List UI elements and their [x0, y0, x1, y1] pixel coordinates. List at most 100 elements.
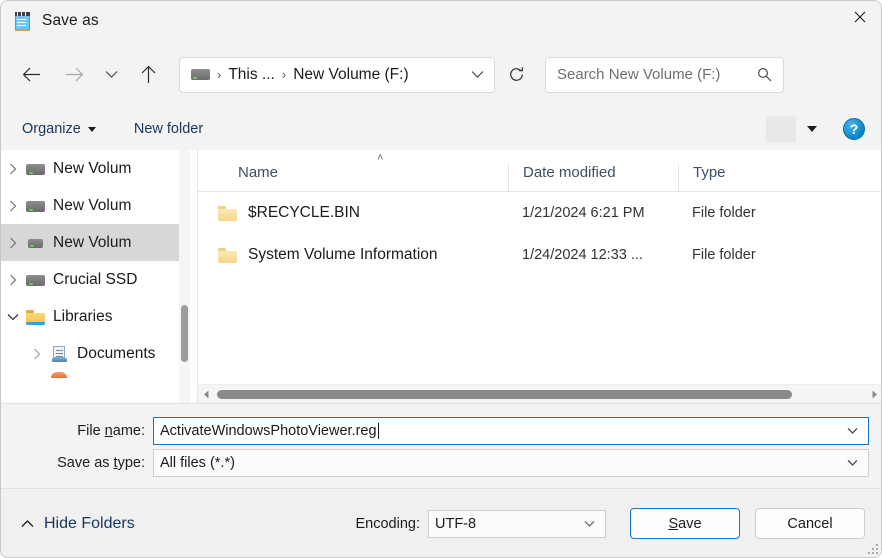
folder-icon: [218, 247, 237, 263]
folder-icon: [218, 205, 237, 221]
file-name-value: ActivateWindowsPhotoViewer.reg: [160, 423, 377, 439]
encoding-dropdown-button[interactable]: [584, 520, 595, 527]
chevron-right-icon[interactable]: [1, 237, 25, 249]
tree-item-documents[interactable]: Documents: [1, 335, 179, 372]
back-button[interactable]: [14, 58, 48, 92]
dialog-footer: Hide Folders Encoding: UTF-8 Save Cancel: [1, 488, 881, 557]
navigation-pane: New Volum New Volum New Volum Crucial SS…: [1, 150, 198, 403]
view-controls: ?: [766, 116, 881, 142]
navigation-pane-scrollbar[interactable]: [179, 150, 190, 403]
close-button[interactable]: [837, 1, 881, 33]
file-name-cell: $RECYCLE.BIN: [198, 204, 508, 222]
column-header-date-modified[interactable]: Date modified: [508, 164, 678, 191]
search-icon[interactable]: [757, 67, 772, 82]
organize-button[interactable]: Organize: [15, 115, 103, 143]
chevron-right-icon[interactable]: [1, 274, 25, 286]
cancel-button[interactable]: Cancel: [755, 508, 865, 539]
partial-icon: [49, 372, 71, 386]
search-input[interactable]: Search New Volume (F:): [545, 56, 784, 93]
tree-item-crucial-ssd[interactable]: Crucial SSD: [1, 261, 179, 298]
breadcrumb-new-volume[interactable]: New Volume (F:): [293, 66, 408, 84]
refresh-button[interactable]: [499, 58, 533, 92]
table-row[interactable]: System Volume Information 1/24/2024 12:3…: [198, 234, 881, 276]
tree-item-label: Documents: [77, 344, 156, 362]
arrow-right-icon: [65, 67, 83, 82]
change-view-button[interactable]: [766, 116, 796, 142]
tree-item-label: New Volum: [53, 196, 132, 214]
window-title: Save as: [42, 12, 99, 29]
chevron-down-icon: [584, 520, 595, 527]
file-name-label: System Volume Information: [248, 246, 438, 263]
chevron-down-icon: [87, 126, 96, 132]
file-date-cell: 1/24/2024 12:33 ...: [522, 247, 643, 263]
arrow-up-icon: [141, 65, 155, 83]
drive-icon: [25, 197, 47, 215]
breadcrumb-this-pc[interactable]: This ...: [228, 66, 275, 84]
tree-item-libraries[interactable]: Libraries: [1, 298, 179, 335]
scrollbar-thumb[interactable]: [181, 305, 188, 362]
file-list-horizontal-scrollbar[interactable]: [198, 384, 881, 404]
arrow-left-icon: [22, 67, 40, 82]
hide-folders-label: Hide Folders: [44, 514, 135, 532]
column-header-name[interactable]: Name: [198, 164, 508, 191]
triangle-right-icon[interactable]: [866, 386, 881, 403]
command-bar: Organize New folder ?: [1, 108, 881, 151]
encoding-value: UTF-8: [435, 515, 477, 532]
navigation-tree: New Volum New Volum New Volum Crucial SS…: [1, 150, 179, 386]
save-as-type-dropdown-button[interactable]: [847, 460, 858, 467]
triangle-left-icon[interactable]: [198, 386, 215, 403]
scrollbar-track[interactable]: [215, 385, 866, 404]
save-button[interactable]: Save: [630, 508, 740, 539]
save-as-dialog: Save as › This ... › New Volume (F:) Sea…: [0, 0, 882, 558]
cancel-button-label: Cancel: [787, 515, 833, 532]
file-date-cell: 1/21/2024 6:21 PM: [522, 205, 645, 221]
breadcrumb-separator-1: ›: [217, 67, 222, 82]
tree-item-new-volume-3[interactable]: New Volum: [1, 224, 179, 261]
new-folder-label: New folder: [133, 121, 204, 137]
recent-locations-button[interactable]: [98, 58, 124, 92]
chevron-up-icon: [21, 519, 34, 528]
hide-folders-button[interactable]: Hide Folders: [15, 509, 141, 539]
close-icon: [854, 11, 866, 23]
chevron-down-icon: [847, 460, 858, 466]
organize-label: Organize: [22, 121, 81, 137]
up-button[interactable]: [131, 58, 165, 92]
help-button[interactable]: ?: [843, 118, 865, 140]
content-area: New Volum New Volum New Volum Crucial SS…: [1, 150, 881, 404]
drive-icon: [191, 68, 210, 81]
table-row[interactable]: $RECYCLE.BIN 1/21/2024 6:21 PM File fold…: [198, 192, 881, 234]
drive-icon: [25, 160, 47, 178]
tree-item-new-volume-2[interactable]: New Volum: [1, 187, 179, 224]
file-list-pane: ˄ Name Date modified Type $RECYCLE.BIN 1…: [198, 150, 881, 404]
tree-item-new-volume-1[interactable]: New Volum: [1, 150, 179, 187]
address-bar[interactable]: › This ... › New Volume (F:): [179, 56, 495, 93]
encoding-select[interactable]: UTF-8: [428, 509, 606, 538]
chevron-right-icon[interactable]: [1, 200, 25, 212]
notepad-icon: [14, 11, 31, 31]
forward-button[interactable]: [57, 58, 91, 92]
tree-item-partial[interactable]: [1, 372, 179, 386]
chevron-down-icon: [105, 71, 117, 78]
sort-ascending-icon: ˄: [377, 152, 384, 164]
file-name-label: $RECYCLE.BIN: [248, 204, 360, 221]
chevron-right-icon[interactable]: [1, 163, 25, 175]
file-name-label: File name:: [77, 423, 145, 439]
resize-grip-icon[interactable]: [868, 544, 879, 555]
title-bar: Save as: [1, 1, 881, 41]
folder-icon: [25, 308, 47, 326]
column-header-type[interactable]: Type: [678, 164, 881, 191]
breadcrumb-separator-2: ›: [281, 67, 287, 82]
scrollbar-thumb[interactable]: [217, 389, 792, 399]
save-as-type-row: Save as type: All files (*.*): [1, 449, 881, 477]
file-type-cell: File folder: [692, 247, 756, 263]
documents-library-icon: [49, 345, 71, 363]
new-folder-button[interactable]: New folder: [127, 115, 210, 143]
file-name-dropdown-button[interactable]: [847, 428, 858, 435]
view-options-caret-icon[interactable]: [807, 126, 817, 132]
address-dropdown-button[interactable]: [471, 70, 484, 79]
save-as-type-select[interactable]: All files (*.*): [153, 449, 869, 477]
file-type-cell: File folder: [692, 205, 756, 221]
chevron-down-icon[interactable]: [1, 313, 25, 321]
file-name-input[interactable]: ActivateWindowsPhotoViewer.reg: [153, 417, 869, 445]
chevron-right-icon[interactable]: [25, 348, 49, 360]
